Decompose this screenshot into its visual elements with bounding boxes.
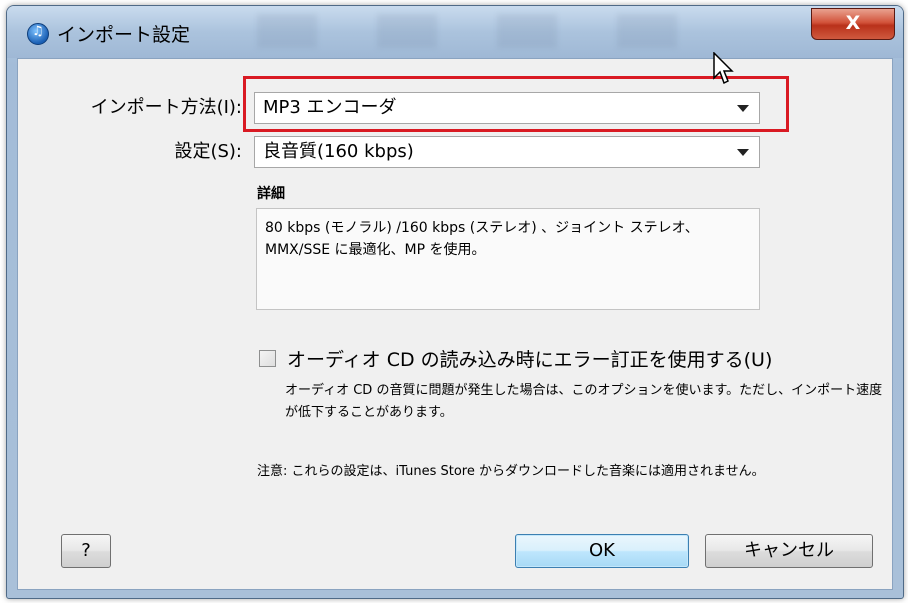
error-correction-label[interactable]: オーディオ CD の読み込み時にエラー訂正を使用する(U) — [287, 345, 772, 372]
note-text: 注意: これらの設定は、iTunes Store からダウンロードした音楽には適… — [257, 464, 765, 479]
help-button[interactable]: ? — [61, 534, 111, 568]
dropdown-arrow-icon — [737, 149, 749, 156]
setting-select[interactable]: 良音質(160 kbps) — [254, 136, 760, 168]
details-text: 80 kbps (モノラル) /160 kbps (ステレオ) 、ジョイント ス… — [265, 220, 699, 258]
cancel-button[interactable]: キャンセル — [705, 534, 873, 568]
import-method-label: インポート方法(I): — [90, 97, 242, 118]
close-button[interactable]: X — [811, 8, 895, 40]
details-heading: 詳細 — [257, 186, 285, 202]
title-bar[interactable]: インポート設定 X — [7, 6, 903, 58]
itunes-app-icon — [27, 23, 49, 45]
setting-value: 良音質(160 kbps) — [263, 141, 414, 162]
mouse-cursor-icon — [713, 52, 734, 85]
highlight-annotation — [243, 76, 789, 132]
dialog-body: インポート方法(I): MP3 エンコーダ 設定(S): 良音質(160 kbp… — [17, 58, 893, 590]
setting-label: 設定(S): — [174, 141, 242, 162]
details-box: 80 kbps (モノラル) /160 kbps (ステレオ) 、ジョイント ス… — [256, 208, 760, 310]
error-correction-checkbox[interactable] — [259, 350, 276, 367]
error-correction-help: オーディオ CD の音質に問題が発生した場合は、このオプションを使います。ただし… — [285, 383, 883, 420]
window-title: インポート設定 — [57, 24, 191, 46]
ok-button[interactable]: OK — [515, 534, 689, 568]
import-settings-dialog: インポート設定 X インポート方法(I): MP3 エンコーダ 設定(S): 良… — [6, 5, 904, 599]
